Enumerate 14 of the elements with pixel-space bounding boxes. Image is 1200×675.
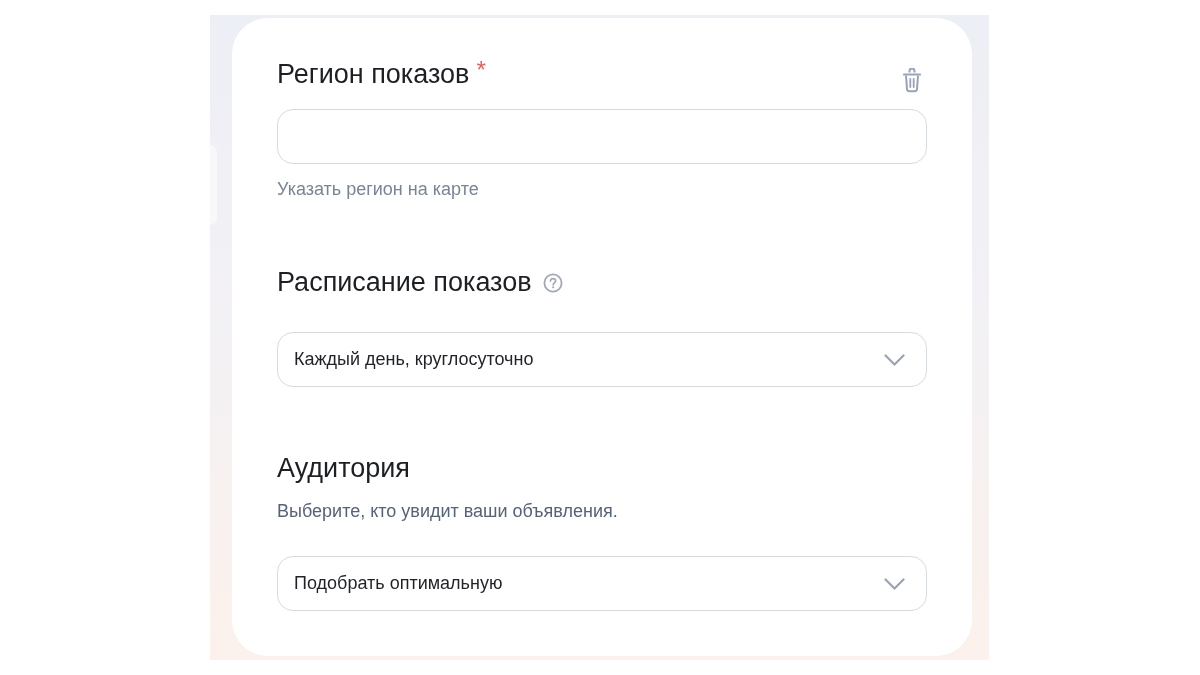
section-description: Выберите, кто увидит ваши объявления.: [277, 500, 619, 523]
required-mark: *: [476, 58, 486, 82]
input-field[interactable]: [277, 109, 927, 164]
section-title: Расписание показов: [277, 266, 532, 299]
chevron-down-icon: [884, 577, 905, 590]
dropdown-select[interactable]: Каждый день, круглосуточно: [277, 332, 927, 387]
map-link[interactable]: Указать регион на карте: [277, 177, 479, 201]
chevron-down-icon: [884, 353, 905, 366]
trash-icon: [903, 67, 921, 93]
section-title: Аудитория: [277, 452, 410, 485]
delete-button[interactable]: [903, 67, 921, 93]
section-title: Регион показов: [277, 58, 470, 91]
help-icon[interactable]: [542, 273, 563, 293]
dropdown-select[interactable]: Подобрать оптимальную: [277, 556, 927, 611]
